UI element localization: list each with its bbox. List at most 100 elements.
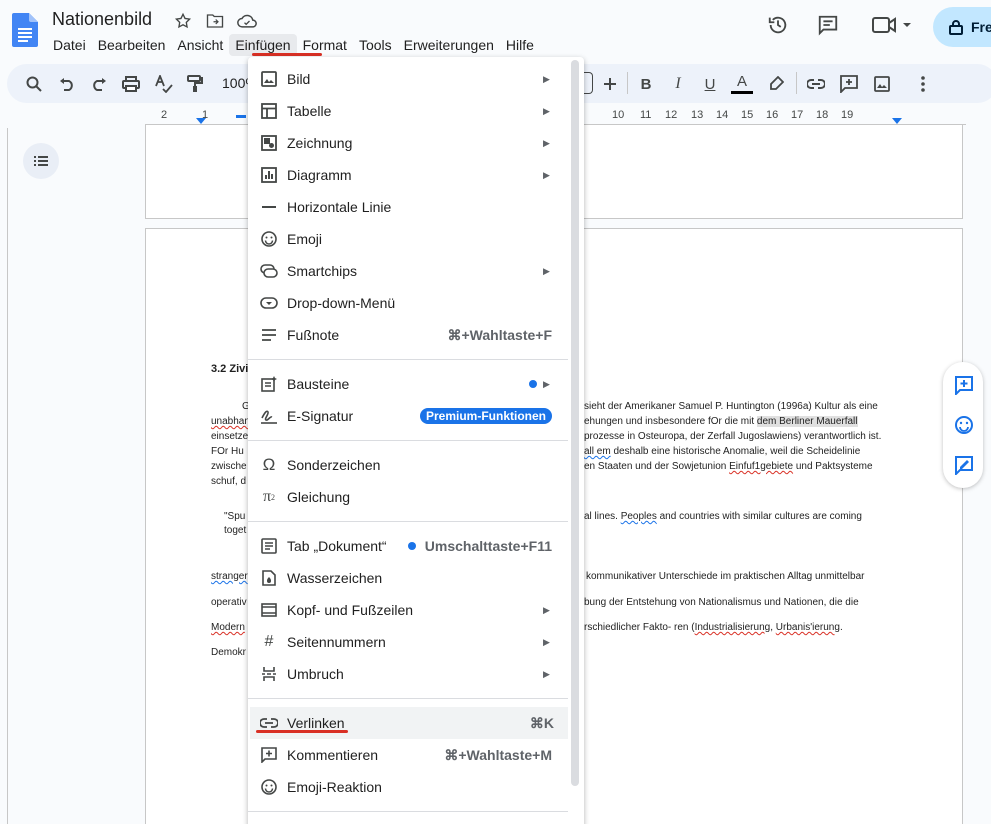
- menu-item-emoji-reaktion[interactable]: Emoji-Reaktion: [248, 771, 568, 803]
- menu-datei[interactable]: Datei: [47, 34, 92, 56]
- text-line: bung der Entstehung von Nationalismus un…: [584, 597, 859, 608]
- menu-tools[interactable]: Tools: [353, 34, 398, 56]
- quote-line: toget: [224, 525, 247, 536]
- menu-item-emoji[interactable]: Emoji: [248, 223, 568, 255]
- text-line: kommunikativer Unterschiede im praktisch…: [586, 571, 865, 582]
- menu-separator: [248, 811, 568, 812]
- menu-separator: [248, 698, 568, 699]
- new-feature-dot: [529, 380, 537, 388]
- comment-icon: [259, 745, 279, 765]
- image-icon: [259, 69, 279, 89]
- menu-erweiterungen[interactable]: Erweiterungen: [398, 34, 500, 56]
- menu-item-kopf-fusszeilen[interactable]: Kopf- und Fußzeilen ▶: [248, 594, 568, 626]
- add-emoji-reaction-icon[interactable]: [953, 414, 975, 436]
- text-color-icon[interactable]: A: [731, 74, 753, 94]
- more-options-icon[interactable]: [913, 74, 933, 94]
- omega-icon: Ω: [262, 455, 276, 474]
- menu-item-horizontale-linie[interactable]: Horizontale Linie: [248, 191, 568, 223]
- menu-item-dropdown[interactable]: Drop-down-Menü: [248, 287, 568, 319]
- meet-icon[interactable]: [869, 13, 913, 37]
- insert-link-icon[interactable]: [806, 74, 826, 94]
- menu-item-verlinken[interactable]: Verlinken ⌘K: [250, 707, 568, 739]
- insert-menu: Bild ▶ Tabelle ▶ Zeichnung ▶ Diagramm ▶ Hori…: [248, 57, 584, 824]
- text-line: en Staaten und der Sowjetunion Einfuf1ge…: [584, 461, 873, 472]
- header-footer-icon: [259, 600, 279, 620]
- print-icon[interactable]: [121, 74, 141, 94]
- quote-line: al lines. Peoples and countries with sim…: [584, 511, 862, 522]
- menu-separator: [248, 359, 568, 360]
- menu-item-umbruch[interactable]: Umbruch ▶: [248, 658, 568, 690]
- menu-item-wasserzeichen[interactable]: Wasserzeichen: [248, 562, 568, 594]
- document-tab-icon: [259, 536, 279, 556]
- footnote-icon: [259, 325, 279, 345]
- increase-font-size-icon[interactable]: [600, 74, 620, 94]
- text-line: operativ: [211, 597, 247, 608]
- underline-icon[interactable]: U: [700, 74, 720, 94]
- star-icon[interactable]: [172, 11, 194, 31]
- italic-icon[interactable]: I: [668, 74, 688, 94]
- menu-item-gleichung[interactable]: π2 Gleichung: [248, 481, 568, 513]
- text-line: sieht der Amerikaner Samuel P. Huntingto…: [584, 401, 878, 412]
- menu-item-diagramm[interactable]: Diagramm ▶: [248, 159, 568, 191]
- text-line: Demokr: [211, 647, 247, 658]
- search-menus-icon[interactable]: [24, 74, 44, 94]
- lock-icon: [949, 20, 963, 35]
- menu-item-seitennummern[interactable]: # Seitennummern ▶: [248, 626, 568, 658]
- history-icon[interactable]: [766, 13, 790, 37]
- menu-item-tabelle[interactable]: Tabelle ▶: [248, 95, 568, 127]
- suggest-edits-icon[interactable]: [953, 454, 975, 476]
- document-outline-button[interactable]: [23, 143, 59, 179]
- ruler-number: 14: [716, 109, 729, 121]
- verlinken-annotation-underline: [256, 730, 348, 733]
- menu-item-smartchips[interactable]: Smartchips ▶: [248, 255, 568, 287]
- share-label: Fre: [971, 19, 991, 35]
- cloud-saved-icon[interactable]: [236, 11, 258, 31]
- toolbar-divider: [796, 72, 797, 94]
- emoji-icon: [259, 229, 279, 249]
- insert-image-icon[interactable]: [872, 74, 892, 94]
- highlight-color-icon[interactable]: [766, 74, 786, 94]
- document-title[interactable]: Nationenbild: [52, 9, 152, 30]
- spellcheck-icon[interactable]: [154, 74, 174, 94]
- menu-item-bild[interactable]: Bild ▶: [248, 63, 568, 95]
- insert-comment-icon[interactable]: [839, 74, 859, 94]
- bold-icon[interactable]: B: [636, 74, 656, 94]
- menu-item-e-signatur[interactable]: E-Signatur Premium-Funktionen: [248, 400, 568, 432]
- text-line: Modern: [211, 622, 245, 633]
- comments-icon[interactable]: [816, 13, 840, 37]
- menu-ansicht[interactable]: Ansicht: [171, 34, 229, 56]
- menu-bearbeiten[interactable]: Bearbeiten: [92, 34, 172, 56]
- text-line: stranger: [211, 571, 248, 582]
- watermark-icon: [259, 568, 279, 588]
- text-line: einsetze: [211, 431, 249, 442]
- premium-badge: Premium-Funktionen: [419, 408, 552, 424]
- menu-scrollbar[interactable]: [571, 60, 579, 786]
- docs-logo-icon[interactable]: [12, 13, 38, 47]
- text-line: zwische: [211, 461, 247, 472]
- vertical-ruler[interactable]: [0, 128, 8, 824]
- drawing-icon: [259, 133, 279, 153]
- text-line: ehungen und insbesondere fOr die mit dem…: [584, 416, 858, 427]
- menu-item-zeichnung[interactable]: Zeichnung ▶: [248, 127, 568, 159]
- horizontal-line-icon: [259, 197, 279, 217]
- text-line: prozesse in Osteuropa, der Zerfall Jugos…: [584, 431, 882, 442]
- add-comment-icon[interactable]: [953, 374, 975, 396]
- menu-hilfe[interactable]: Hilfe: [500, 34, 540, 56]
- first-line-indent-marker[interactable]: [236, 115, 246, 118]
- paint-format-icon[interactable]: [185, 74, 205, 94]
- menu-item-tab-dokument[interactable]: Tab „Dokument“ Umschalttaste+F11: [248, 530, 568, 562]
- einfuegen-annotation-underline: [252, 53, 322, 56]
- menu-item-kommentieren[interactable]: Kommentieren ⌘+Wahltaste+M: [248, 739, 568, 771]
- share-button[interactable]: Fre: [933, 7, 991, 47]
- ruler-number: 2: [161, 109, 168, 121]
- menu-item-sonderzeichen[interactable]: Ω Sonderzeichen: [248, 449, 568, 481]
- menu-item-fussnote[interactable]: Fußnote ⌘+Wahltaste+F: [248, 319, 568, 351]
- menu-item-bausteine[interactable]: Bausteine ▶: [248, 368, 568, 400]
- redo-icon[interactable]: [89, 74, 109, 94]
- menu-separator: [248, 440, 568, 441]
- table-icon: [259, 101, 279, 121]
- undo-icon[interactable]: [57, 74, 77, 94]
- move-folder-icon[interactable]: [204, 11, 226, 31]
- text-line: FOr Hu: [211, 446, 244, 457]
- page-number-icon: #: [264, 633, 274, 650]
